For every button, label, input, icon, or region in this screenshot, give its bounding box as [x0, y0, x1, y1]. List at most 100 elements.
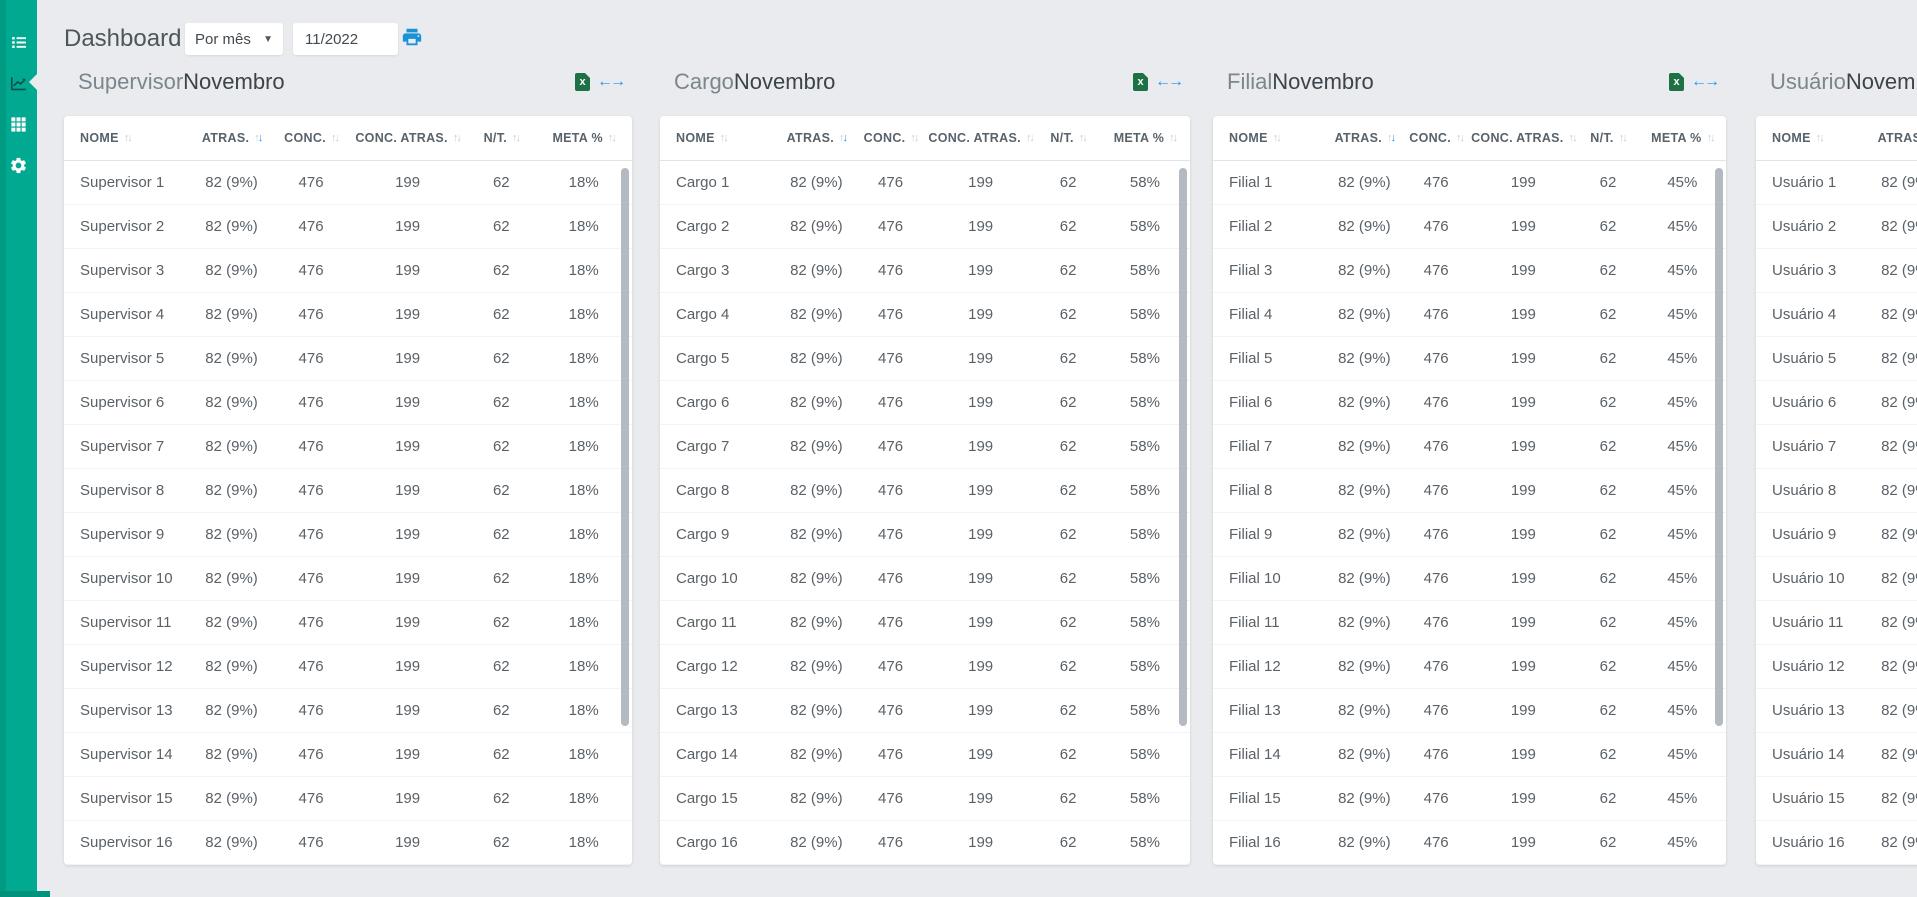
print-button[interactable]: [401, 26, 425, 50]
cell-nome: Usuário 15: [1772, 790, 1845, 807]
column-header-conc_atras[interactable]: CONC. ATRAS. ↑↓: [348, 131, 467, 145]
excel-export-icon[interactable]: x: [1669, 73, 1684, 91]
panel-filial: FilialNovembro x ←→ NOME ↑↓ ATRAS. ↑↓ CONC. ↑↓ CO…: [1213, 60, 1726, 870]
sort-down-arrow: ↓: [1172, 132, 1178, 144]
sort-icon: ↑↓: [720, 132, 729, 144]
cell-atras: 82 (9%): [1881, 218, 1917, 235]
column-header-nome[interactable]: NOME ↑↓: [660, 131, 777, 145]
cell-meta: 58%: [1129, 790, 1160, 807]
cell-nome: Cargo 7: [676, 438, 730, 455]
column-header-conc[interactable]: CONC. ↑↓: [274, 131, 348, 145]
column-header-conc[interactable]: CONC. ↑↓: [856, 131, 925, 145]
cell-conc: 476: [298, 746, 324, 763]
cell-conc_atras: 199: [968, 306, 994, 323]
cell-nome: Filial 12: [1229, 658, 1281, 675]
table-usuario: NOME↑↓ATRAS.↑↓CONC.↑↓CONC. ATRAS.↑↓N/T.↑…: [1756, 116, 1917, 865]
column-header-atras[interactable]: ATRAS.↑↓: [189, 131, 274, 145]
cell-meta: 58%: [1129, 702, 1160, 719]
table-row: Filial 1 82 (9%) 476 199 62 45%: [1213, 161, 1726, 205]
table-row: Usuário 15 82 (9%): [1756, 777, 1917, 821]
column-header-conc_atras[interactable]: CONC. ATRAS. ↑↓: [1469, 131, 1577, 145]
vertical-scrollbar-thumb[interactable]: [1715, 168, 1723, 726]
cell-atras: 82 (9%): [790, 702, 843, 719]
column-header-nt[interactable]: N/T. ↑↓: [1036, 131, 1100, 145]
cell-nt: 62: [1599, 658, 1617, 675]
cell-nome: Supervisor 7: [80, 438, 165, 455]
sort-icon: ↑↓: [1619, 132, 1628, 144]
cell-nome: Cargo 13: [676, 702, 738, 719]
date-input[interactable]: [293, 23, 398, 55]
cell-nome: Cargo 4: [676, 306, 730, 323]
column-label: CONC. ATRAS.: [928, 131, 1021, 145]
cell-conc: 476: [298, 482, 324, 499]
cell-atras: 82 (9%): [1338, 174, 1391, 191]
cell-nome: Cargo 2: [676, 218, 730, 235]
cell-nt: 62: [492, 218, 510, 235]
cell-nome: Supervisor 12: [80, 658, 173, 675]
cell-nome: Filial 8: [1229, 482, 1273, 499]
cell-conc: 476: [878, 218, 904, 235]
cell-atras: 82 (9%): [790, 306, 843, 323]
cell-conc: 476: [1423, 482, 1449, 499]
column-header-atras[interactable]: ATRAS.↑↓: [1869, 131, 1917, 145]
expand-horizontal-icon[interactable]: ←→: [1691, 73, 1720, 91]
column-label: NOME: [1229, 131, 1268, 145]
cell-nome: Filial 13: [1229, 702, 1281, 719]
panel-header-cargo: CargoNovembro x ←→: [660, 60, 1190, 104]
cell-nt: 62: [492, 394, 510, 411]
sidebar-item-list[interactable]: [0, 22, 37, 63]
sidebar-item-grid[interactable]: [0, 104, 37, 145]
table-row: Filial 3 82 (9%) 476 199 62 45%: [1213, 249, 1726, 293]
cell-meta: 18%: [568, 482, 599, 499]
column-header-atras[interactable]: ATRAS.↑↓: [1326, 131, 1403, 145]
excel-export-icon[interactable]: x: [1133, 73, 1148, 91]
cell-nt: 62: [1059, 746, 1077, 763]
column-header-meta[interactable]: META % ↑↓: [1639, 131, 1726, 145]
cell-conc: 476: [1423, 394, 1449, 411]
column-header-nome[interactable]: NOME ↑↓: [64, 131, 189, 145]
column-header-nt[interactable]: N/T. ↑↓: [467, 131, 535, 145]
column-header-atras[interactable]: ATRAS.↑↓: [777, 131, 857, 145]
column-header-meta[interactable]: META % ↑↓: [1100, 131, 1190, 145]
period-select[interactable]: Por mês ▼: [185, 23, 283, 55]
cell-conc_atras: 199: [1510, 526, 1536, 543]
vertical-scrollbar-thumb[interactable]: [621, 168, 629, 726]
sidebar-item-settings[interactable]: [0, 145, 37, 186]
column-header-conc_atras[interactable]: CONC. ATRAS. ↑↓: [925, 131, 1036, 145]
column-label: ATRAS.: [201, 131, 250, 145]
panel-supervisor: SupervisorNovembro x ←→ NOME ↑↓ ATRAS. ↑↓ CONC.…: [64, 60, 632, 870]
cell-meta: 45%: [1667, 746, 1698, 763]
cell-nome: Filial 15: [1229, 790, 1281, 807]
cell-meta: 18%: [568, 570, 599, 587]
cell-meta: 45%: [1667, 834, 1698, 851]
cell-meta: 58%: [1129, 438, 1160, 455]
column-header-nt[interactable]: N/T. ↑↓: [1577, 131, 1639, 145]
table-row: Cargo 14 82 (9%) 476 199 62 58%: [660, 733, 1190, 777]
cell-conc_atras: 199: [968, 262, 994, 279]
cell-nt: 62: [1599, 834, 1617, 851]
cell-conc: 476: [1423, 526, 1449, 543]
cell-nt: 62: [1059, 394, 1077, 411]
cell-nome: Usuário 4: [1772, 306, 1837, 323]
table-row: Cargo 5 82 (9%) 476 199 62 58%: [660, 337, 1190, 381]
column-header-nome[interactable]: NOME ↑↓: [1213, 131, 1326, 145]
column-header-meta[interactable]: META % ↑↓: [535, 131, 632, 145]
expand-horizontal-icon[interactable]: ←→: [1155, 73, 1184, 91]
sort-down-arrow: ↓: [913, 132, 919, 144]
table-row: Usuário 5 82 (9%): [1756, 337, 1917, 381]
table-row: Supervisor 7 82 (9%) 476 199 62 18%: [64, 425, 632, 469]
expand-horizontal-icon[interactable]: ←→: [597, 73, 626, 91]
excel-export-icon[interactable]: x: [575, 73, 590, 91]
cell-meta: 58%: [1129, 350, 1160, 367]
cell-meta: 45%: [1667, 526, 1698, 543]
cell-meta: 18%: [568, 174, 599, 191]
vertical-scrollbar-thumb[interactable]: [1179, 168, 1187, 726]
column-header-nome[interactable]: NOME ↑↓: [1756, 131, 1869, 145]
cell-conc_atras: 199: [395, 174, 421, 191]
cell-nome: Usuário 10: [1772, 570, 1845, 587]
page-title: Dashboard: [64, 25, 182, 52]
table-row: Usuário 10 82 (9%): [1756, 557, 1917, 601]
table-row: Filial 12 82 (9%) 476 199 62 45%: [1213, 645, 1726, 689]
column-header-conc[interactable]: CONC. ↑↓: [1403, 131, 1470, 145]
cell-conc: 476: [1423, 350, 1449, 367]
